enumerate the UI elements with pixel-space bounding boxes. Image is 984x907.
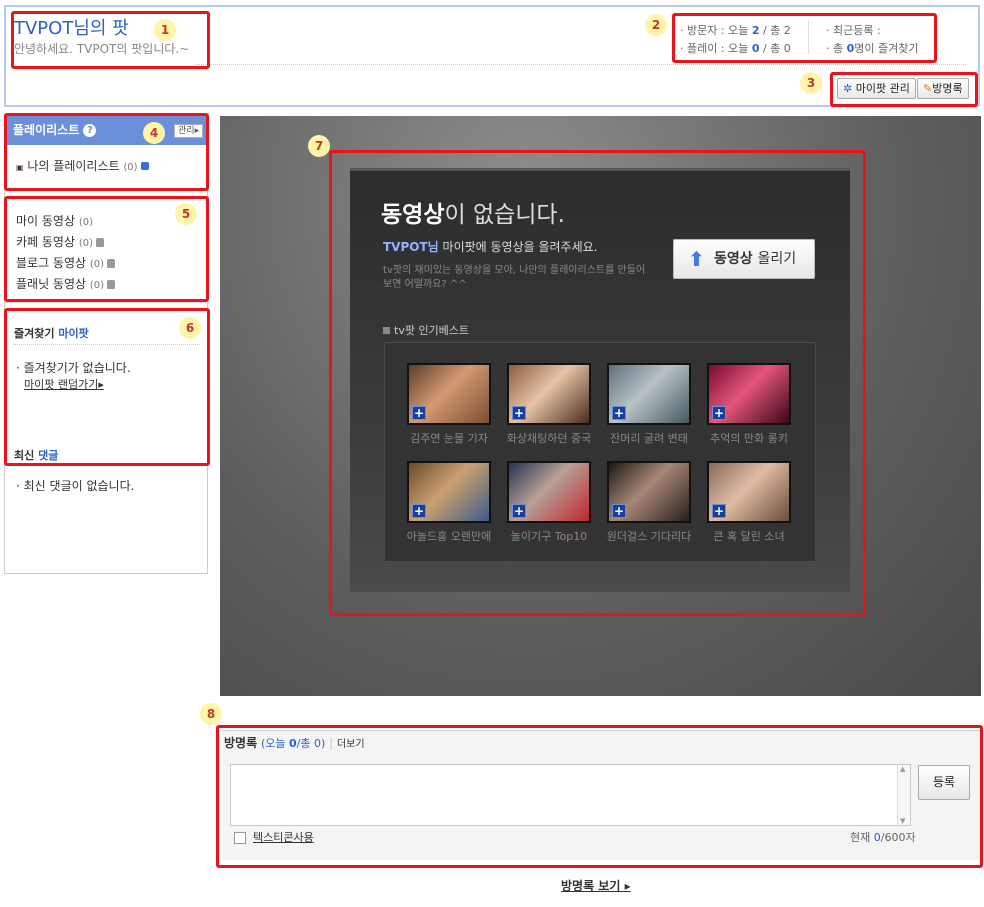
- view-guestbook-link[interactable]: 방명록 보기 ▸: [561, 877, 631, 894]
- divider: [196, 64, 966, 65]
- annotation-badge: 2: [645, 14, 667, 36]
- divider: [4, 302, 208, 303]
- annotation-badge: 3: [800, 72, 822, 94]
- annotation-badge: 6: [179, 317, 201, 339]
- comments-empty: · 최신 댓글이 없습니다.: [16, 479, 135, 493]
- annotation-badge: 8: [200, 703, 222, 725]
- annotation-box: [4, 113, 209, 191]
- annotation-badge: 1: [154, 19, 176, 41]
- annotation-badge: 4: [143, 122, 165, 144]
- annotation-box: [11, 11, 210, 69]
- annotation-badge: 7: [308, 135, 330, 157]
- annotation-box: [672, 13, 937, 63]
- annotation-box: [216, 725, 983, 868]
- annotation-badge: 5: [175, 203, 197, 225]
- annotation-box: [329, 150, 866, 616]
- annotation-box: [830, 72, 978, 107]
